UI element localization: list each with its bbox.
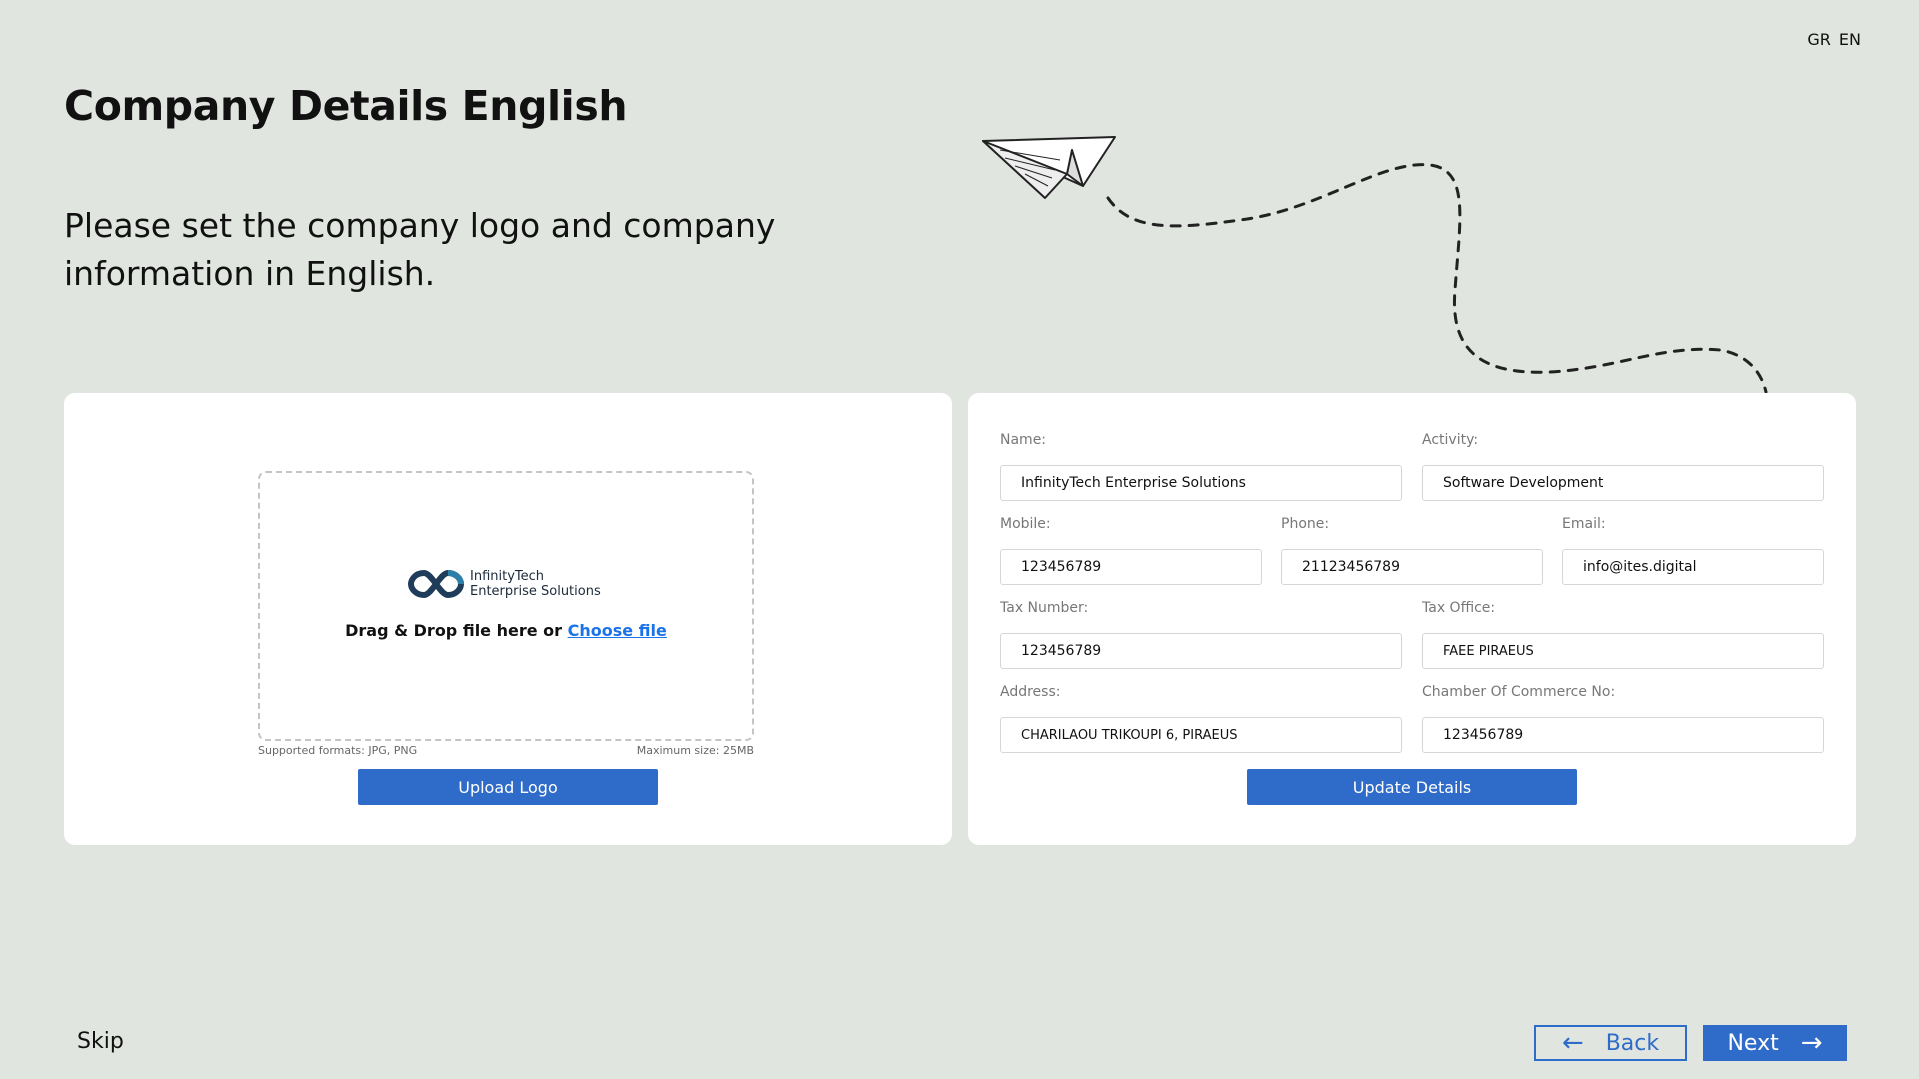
choose-file-link[interactable]: Choose file <box>568 621 667 640</box>
phone-label: Phone: <box>1281 516 1330 532</box>
chamber-label: Chamber Of Commerce No: <box>1422 684 1616 700</box>
tax-office-field[interactable] <box>1422 633 1824 669</box>
name-field[interactable] <box>1000 465 1402 501</box>
activity-field[interactable] <box>1422 465 1824 501</box>
email-label: Email: <box>1562 516 1606 532</box>
paper-plane-icon <box>982 136 1116 199</box>
name-label: Name: <box>1000 432 1047 448</box>
address-label: Address: <box>1000 684 1061 700</box>
tax-office-label: Tax Office: <box>1422 600 1496 616</box>
address-field[interactable] <box>1000 717 1402 753</box>
email-field[interactable] <box>1562 549 1824 585</box>
update-details-button[interactable]: Update Details <box>1247 769 1577 805</box>
tax-number-field[interactable] <box>1000 633 1402 669</box>
lang-en[interactable]: EN <box>1839 30 1861 49</box>
back-button[interactable]: ← Back <box>1534 1025 1687 1061</box>
arrow-right-icon: → <box>1800 1028 1823 1058</box>
page-subtitle: Please set the company logo and company … <box>64 206 776 293</box>
mobile-label: Mobile: <box>1000 516 1051 532</box>
phone-field[interactable] <box>1281 549 1543 585</box>
supported-formats: Supported formats: JPG, PNG <box>258 744 418 757</box>
chamber-field[interactable] <box>1422 717 1824 753</box>
max-size: Maximum size: 25MB <box>636 744 754 757</box>
next-button[interactable]: Next → <box>1703 1025 1847 1061</box>
back-label: Back <box>1605 1030 1660 1056</box>
infinity-logo-icon <box>408 569 464 599</box>
lang-gr[interactable]: GR <box>1807 30 1831 49</box>
upload-meta: Supported formats: JPG, PNG Maximum size… <box>258 744 754 757</box>
company-details-card: Name: Activity: Mobile: Phone: Email: Ta… <box>968 393 1856 845</box>
language-switch: GR EN <box>1807 30 1861 49</box>
skip-link[interactable]: Skip <box>77 1029 124 1054</box>
company-logo: InfinityTech Enterprise Solutions <box>408 569 601 599</box>
mobile-field[interactable] <box>1000 549 1262 585</box>
logo-upload-card: InfinityTech Enterprise Solutions Drag &… <box>64 393 952 845</box>
logo-line-2: Enterprise Solutions <box>470 584 601 599</box>
page-title: Company Details English <box>64 82 628 130</box>
tax-number-label: Tax Number: <box>1000 600 1089 616</box>
next-label: Next <box>1727 1030 1779 1056</box>
logo-dropzone[interactable]: InfinityTech Enterprise Solutions Drag &… <box>258 471 754 741</box>
drop-instructions: Drag & Drop file here or Choose file <box>260 621 752 640</box>
dashed-flight-path <box>1106 163 1768 394</box>
drop-text: Drag & Drop file here or <box>345 621 568 640</box>
arrow-left-icon: ← <box>1561 1028 1584 1058</box>
activity-label: Activity: <box>1422 432 1479 448</box>
logo-line-1: InfinityTech <box>470 569 545 584</box>
upload-logo-button[interactable]: Upload Logo <box>358 769 658 805</box>
